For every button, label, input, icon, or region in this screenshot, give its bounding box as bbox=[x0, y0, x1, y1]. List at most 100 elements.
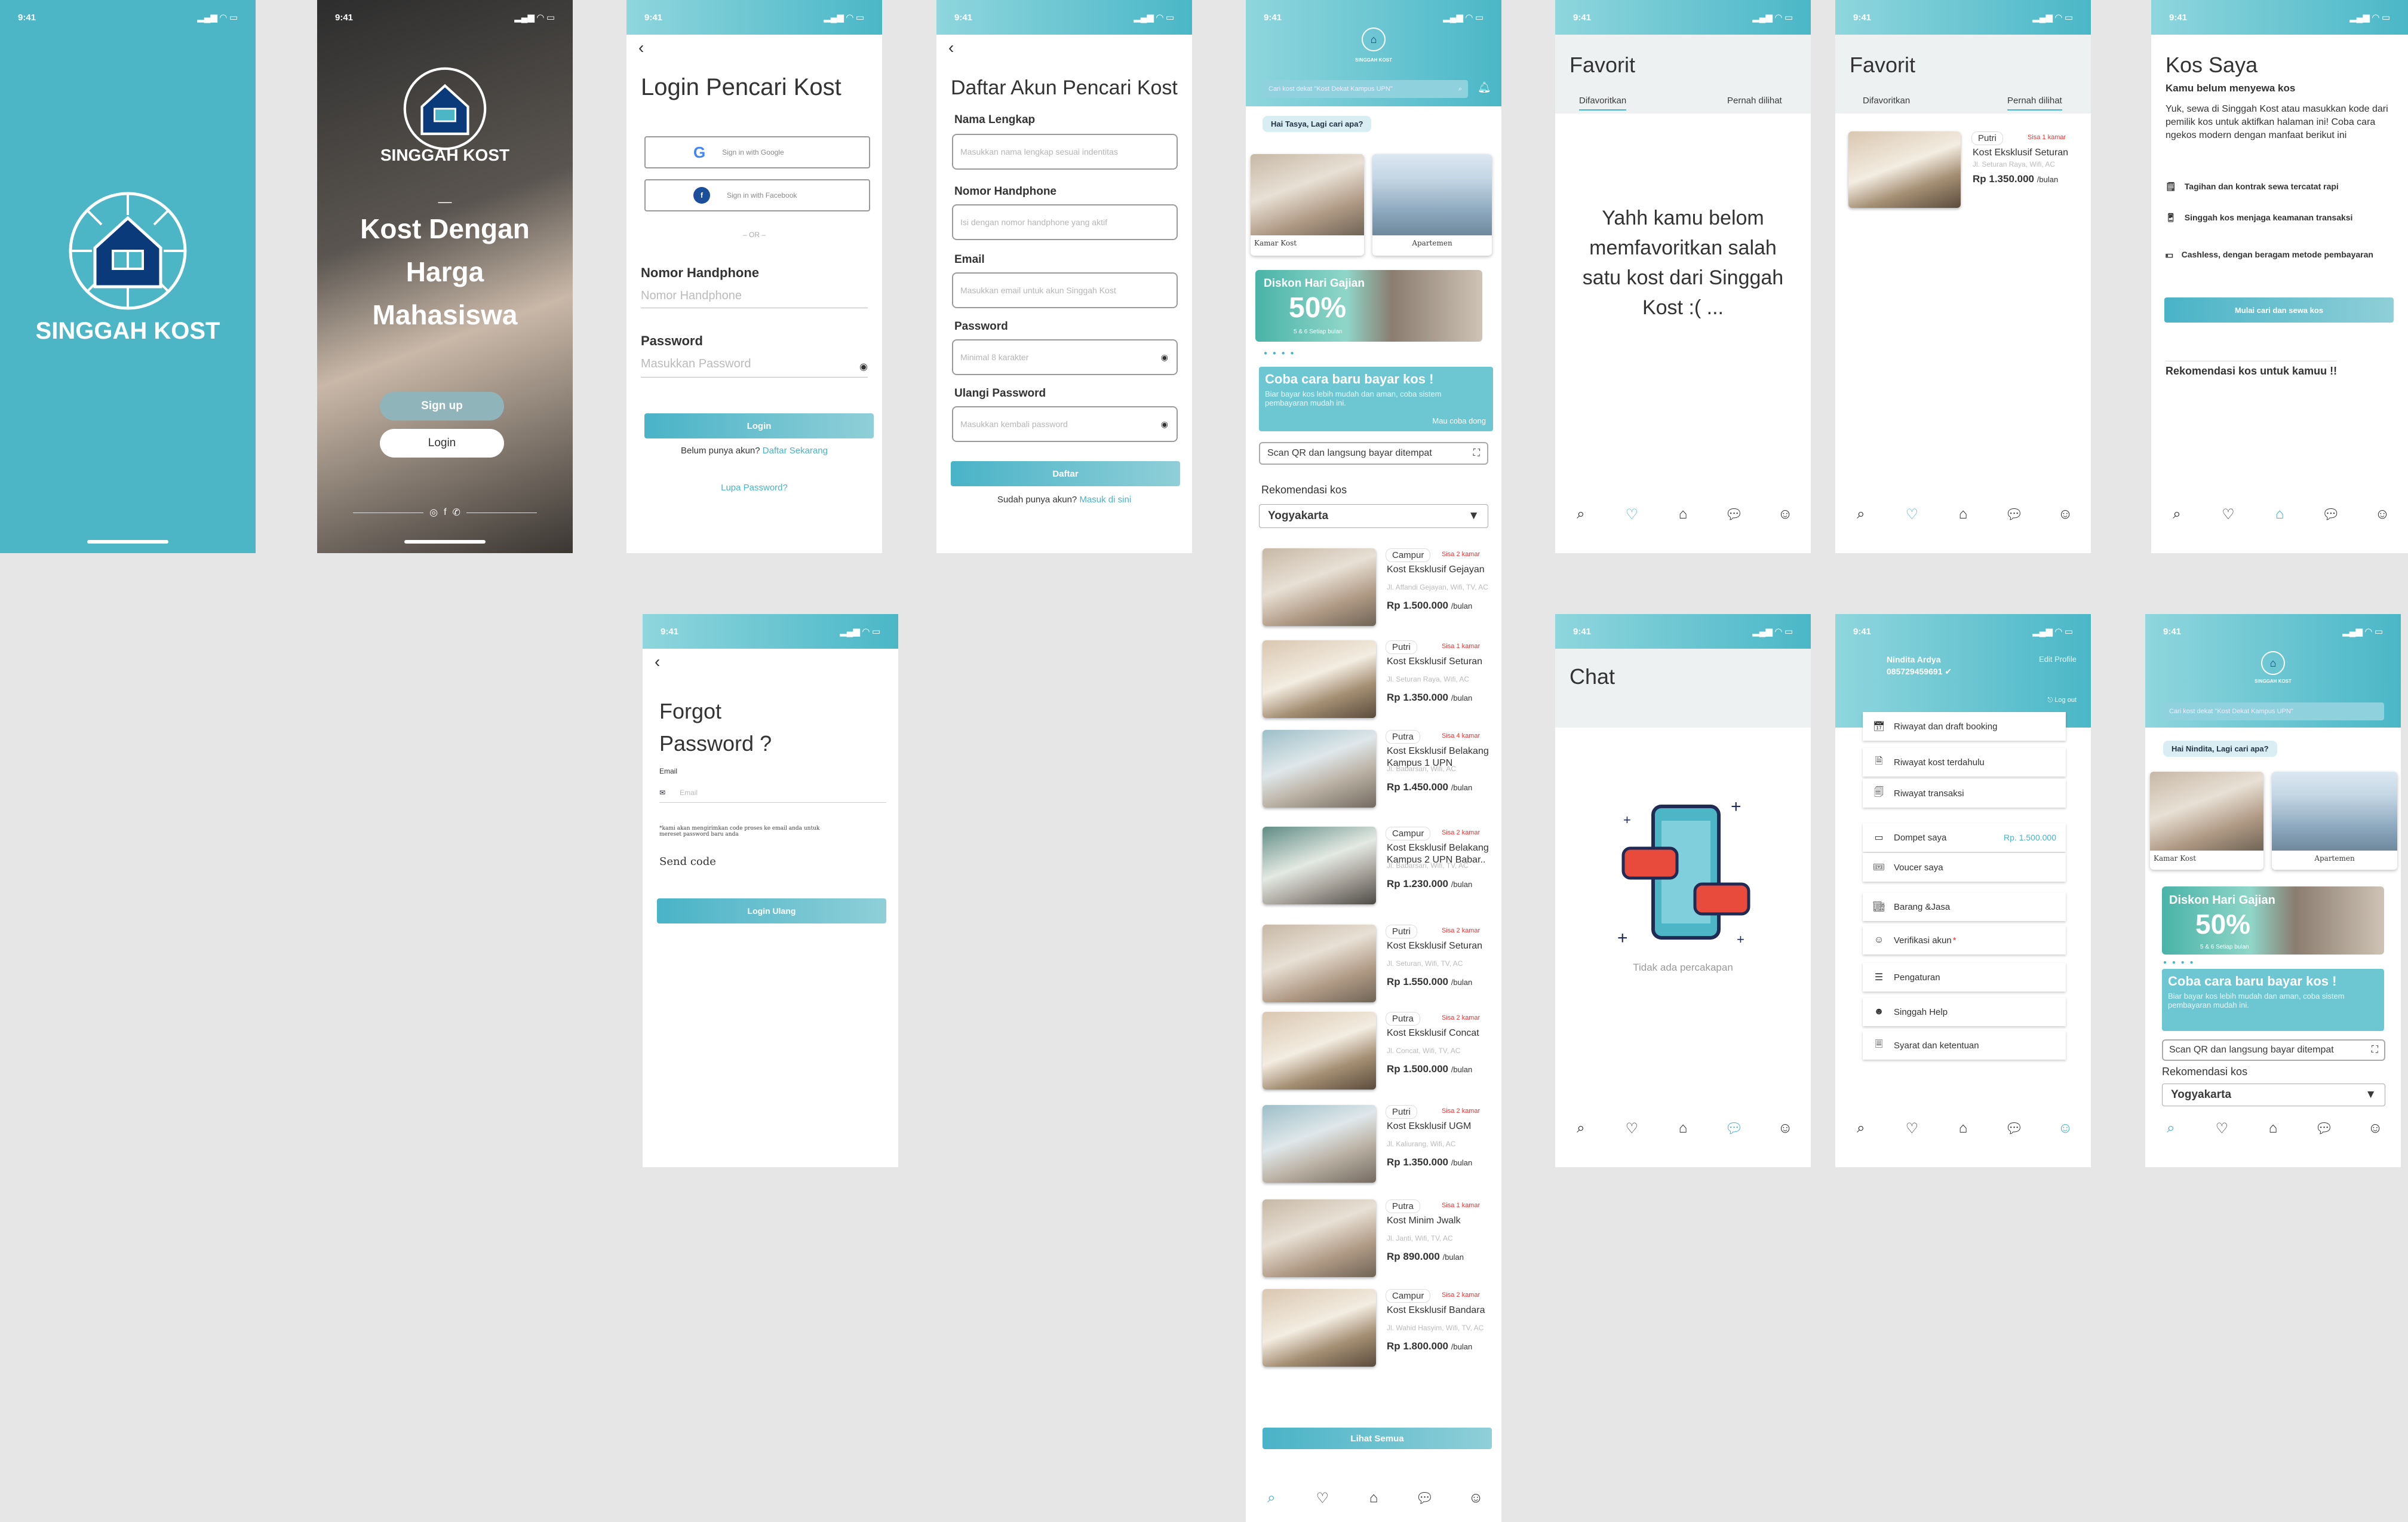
home-icon[interactable]: ⌂ bbox=[2261, 1120, 2285, 1137]
user-icon[interactable]: ☺ bbox=[1773, 506, 1797, 523]
chat-icon[interactable]: 💬︎ bbox=[1413, 1490, 1437, 1507]
instagram-icon[interactable]: ◎ bbox=[429, 507, 438, 518]
eye-icon[interactable]: ◉ bbox=[859, 361, 868, 373]
email-input[interactable]: Masukkan email untuk akun Singgah Kost bbox=[952, 272, 1178, 308]
chat-icon[interactable]: 💬︎ bbox=[2312, 1120, 2336, 1137]
listing-item[interactable]: Putra Sisa 4 kamar Kost Eksklusif Belakang… bbox=[1263, 730, 1501, 814]
menu-item-booking-history[interactable]: 📅︎ Riwayat dan draft booking bbox=[1863, 712, 2066, 741]
menu-item-account-verification[interactable]: ☺︎ Verifikasi akun * bbox=[1863, 926, 2066, 955]
facebook-icon[interactable]: f bbox=[444, 507, 446, 518]
city-select[interactable]: Yogyakarta ▼ bbox=[1259, 504, 1488, 528]
home-icon[interactable]: ⌂ bbox=[1362, 1490, 1386, 1506]
facebook-signin-button[interactable]: f Sign in with Facebook bbox=[644, 179, 870, 211]
menu-item-wallet[interactable]: ▭︎ Dompet saya Rp. 1.500.000 bbox=[1863, 823, 2066, 852]
listing-item[interactable]: Campur Sisa 2 kamar Kost Eksklusif Belakan… bbox=[1263, 827, 1501, 910]
whatsapp-icon[interactable]: ✆ bbox=[453, 507, 460, 518]
chat-icon[interactable]: 💬︎ bbox=[1722, 506, 1746, 523]
user-icon[interactable]: ☺ bbox=[2370, 506, 2394, 523]
relogin-button[interactable]: Login Ulang bbox=[657, 898, 886, 923]
search-icon[interactable]: ⌕ bbox=[1849, 506, 1873, 523]
heart-icon[interactable]: ♡ bbox=[1620, 1120, 1644, 1137]
heart-icon[interactable]: ♡ bbox=[1310, 1490, 1334, 1507]
home-icon[interactable]: ⌂ bbox=[2268, 506, 2292, 523]
menu-item-help[interactable]: ☻︎ Singgah Help bbox=[1863, 998, 2066, 1026]
tab-viewed[interactable]: Pernah dilihat bbox=[2007, 96, 2062, 111]
scan-qr-button[interactable]: Scan QR dan langsung bayar ditempat ⛶ bbox=[1259, 442, 1488, 465]
eye-icon[interactable]: ◉ bbox=[1161, 419, 1168, 429]
chat-icon[interactable]: 💬︎ bbox=[1722, 1120, 1746, 1137]
user-icon[interactable]: ☺ bbox=[1773, 1120, 1797, 1137]
category-card-kamar[interactable]: Kamar Kost bbox=[1251, 154, 1364, 256]
user-icon[interactable]: ☺ bbox=[2053, 1120, 2077, 1137]
category-card-kamar[interactable]: Kamar Kost bbox=[2150, 772, 2263, 870]
menu-item-transaction-history[interactable]: 🗐︎ Riwayat transaksi bbox=[1863, 779, 2066, 808]
heart-icon[interactable]: ♡ bbox=[1620, 506, 1644, 523]
favorite-item[interactable]: Putri Sisa 1 kamar Kost Eksklusif Setura… bbox=[1848, 131, 2087, 215]
search-input[interactable]: Cari kost dekat "Kost Dekat Kampus UPN" bbox=[2163, 702, 2384, 720]
heart-icon[interactable]: ♡ bbox=[1900, 506, 1924, 523]
chat-icon[interactable]: 💬︎ bbox=[2002, 1120, 2026, 1137]
see-all-button[interactable]: Lihat Semua bbox=[1263, 1428, 1492, 1449]
listing-item[interactable]: Campur Sisa 2 kamar Kost Eksklusif Gejayan… bbox=[1263, 548, 1501, 632]
register-button[interactable]: Daftar bbox=[951, 461, 1180, 486]
listing-item[interactable]: Putri Sisa 2 kamar Kost Eksklusif Seturan J… bbox=[1263, 925, 1501, 1008]
pay-cta[interactable]: Mau coba dong bbox=[1432, 416, 1486, 425]
login-link[interactable]: Masuk di sini bbox=[1079, 495, 1131, 505]
search-input[interactable]: Cari kost dekat "Kost Dekat Kampus UPN" ⌕ bbox=[1263, 80, 1468, 98]
tab-favorited[interactable]: Difavoritkan bbox=[1863, 96, 1910, 106]
search-icon[interactable]: ⌕ bbox=[1569, 506, 1593, 523]
eye-icon[interactable]: ◉ bbox=[1161, 352, 1168, 363]
email-input[interactable]: ✉ Email bbox=[659, 783, 886, 803]
back-icon[interactable]: ‹ bbox=[655, 652, 660, 671]
tab-viewed[interactable]: Pernah dilihat bbox=[1727, 96, 1782, 106]
register-link[interactable]: Daftar Sekarang bbox=[763, 446, 828, 456]
edit-profile-link[interactable]: Edit Profile bbox=[2039, 655, 2077, 664]
chat-icon[interactable]: 💬︎ bbox=[2002, 506, 2026, 523]
menu-item-settings[interactable]: ☰︎ Pengaturan bbox=[1863, 963, 2066, 992]
menu-item-kost-history[interactable]: 🗎︎ Riwayat kost terdahulu bbox=[1863, 748, 2066, 777]
listing-item[interactable]: Campur Sisa 2 kamar Kost Eksklusif Bandara… bbox=[1263, 1289, 1501, 1373]
search-icon[interactable]: ⌕ bbox=[1569, 1120, 1593, 1137]
back-icon[interactable]: ‹ bbox=[948, 38, 954, 57]
heart-icon[interactable]: ♡ bbox=[2210, 1120, 2234, 1137]
home-icon[interactable]: ⌂ bbox=[1671, 506, 1695, 523]
home-icon[interactable]: ⌂ bbox=[1951, 506, 1975, 523]
category-card-apartemen[interactable]: Apartemen bbox=[1372, 154, 1492, 256]
city-select[interactable]: Yogyakarta ▼ bbox=[2162, 1084, 2385, 1106]
tab-favorited[interactable]: Difavoritkan bbox=[1579, 96, 1627, 111]
user-icon[interactable]: ☺ bbox=[2363, 1120, 2387, 1137]
chat-icon[interactable]: 💬︎ bbox=[2319, 506, 2343, 523]
home-icon[interactable]: ⌂ bbox=[1671, 1120, 1695, 1137]
back-icon[interactable]: ‹ bbox=[638, 38, 644, 57]
listing-item[interactable]: Putri Sisa 1 kamar Kost Eksklusif Seturan J… bbox=[1263, 640, 1501, 724]
bell-icon[interactable]: 🔔︎ bbox=[1478, 81, 1491, 94]
pay-banner[interactable]: Coba cara baru bayar kos ! Biar bayar ko… bbox=[2162, 969, 2384, 1031]
scan-qr-button[interactable]: Scan QR dan langsung bayar ditempat ⛶ bbox=[2162, 1039, 2385, 1061]
menu-item-voucher[interactable]: 🎟︎ Voucer saya bbox=[1863, 853, 2066, 882]
listing-item[interactable]: Putra Sisa 2 kamar Kost Eksklusif Concat Jl… bbox=[1263, 1012, 1501, 1096]
password-input[interactable]: Masukkan Password ◉ bbox=[641, 357, 868, 378]
login-button[interactable]: Login bbox=[644, 413, 874, 438]
name-input[interactable]: Masukkan nama lengkap sesuai indentitas bbox=[952, 134, 1178, 170]
heart-icon[interactable]: ♡ bbox=[2216, 506, 2240, 523]
signup-button[interactable]: Sign up bbox=[380, 392, 504, 421]
start-search-button[interactable]: Mulai cari dan sewa kos bbox=[2164, 297, 2394, 323]
login-button[interactable]: Login bbox=[380, 429, 504, 458]
phone-input[interactable]: Nomor Handphone bbox=[641, 289, 868, 308]
forgot-password-link[interactable]: Lupa Password? bbox=[626, 483, 882, 493]
user-icon[interactable]: ☺ bbox=[1464, 1490, 1488, 1506]
user-icon[interactable]: ☺ bbox=[2053, 506, 2077, 523]
listing-item[interactable]: Putra Sisa 1 kamar Kost Minim Jwalk Jl. Jan… bbox=[1263, 1199, 1501, 1283]
home-icon[interactable]: ⌂ bbox=[1951, 1120, 1975, 1137]
search-icon[interactable]: ⌕ bbox=[1458, 85, 1462, 93]
search-icon[interactable]: ⌕ bbox=[2165, 506, 2189, 523]
listing-item[interactable]: Putri Sisa 2 kamar Kost Eksklusif UGM Jl. K… bbox=[1263, 1105, 1501, 1189]
search-icon[interactable]: ⌕ bbox=[1849, 1120, 1873, 1137]
search-icon[interactable]: ⌕ bbox=[2159, 1120, 2183, 1137]
logout-link[interactable]: ⎋ Log out bbox=[2048, 696, 2077, 704]
menu-item-goods-services[interactable]: 🏬︎ Barang &Jasa bbox=[1863, 892, 2066, 921]
pay-banner[interactable]: Coba cara baru bayar kos ! Biar bayar ko… bbox=[1259, 367, 1493, 431]
send-code-link[interactable]: Send code bbox=[659, 855, 716, 868]
password-input[interactable]: Minimal 8 karakter ◉ bbox=[952, 339, 1178, 375]
search-icon[interactable]: ⌕ bbox=[1260, 1490, 1283, 1506]
